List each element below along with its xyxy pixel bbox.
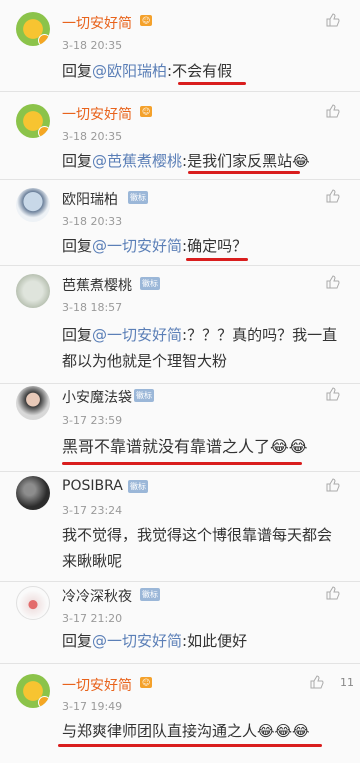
- verified-badge-icon: [38, 696, 50, 708]
- comment-time: 3-18 18:57: [62, 301, 123, 314]
- comment-text: 回复@欧阳瑞柏:不会有假: [62, 58, 346, 84]
- reply-prefix: 回复: [62, 326, 93, 344]
- reply-prefix: 回复: [62, 62, 93, 80]
- comment-username[interactable]: 一切安好简: [62, 13, 132, 33]
- comment-card: 冷冷深秋夜 徽标 3-17 21:20 回复@一切安好简:如此便好: [0, 582, 360, 664]
- comment-body: 与郑爽律师团队直接沟通之人😂😂😂: [62, 722, 310, 740]
- thumbs-up-icon[interactable]: [326, 104, 340, 118]
- user-tag-icon: 徽标: [128, 191, 148, 204]
- mention-link[interactable]: @芭蕉煮樱桃: [92, 152, 182, 170]
- reply-prefix: 回复: [62, 237, 93, 255]
- thumbs-up-icon[interactable]: [326, 13, 340, 27]
- comment-username[interactable]: 一切安好简: [62, 675, 132, 695]
- mention-link[interactable]: @欧阳瑞柏: [92, 62, 167, 80]
- comment-time: 3-17 23:59: [62, 414, 123, 427]
- mention-link[interactable]: @一切安好简: [92, 326, 182, 344]
- comment-time: 3-17 23:24: [62, 504, 123, 517]
- comment-time: 3-17 19:49: [62, 700, 123, 713]
- thumbs-up-icon[interactable]: [326, 387, 340, 401]
- comment-text: 黑哥不靠谱就没有靠谱之人了😂😂: [62, 434, 346, 460]
- comment-username[interactable]: 芭蕉煮樱桃: [62, 275, 132, 295]
- vip-badge-icon: ☺: [140, 15, 153, 26]
- verified-badge-icon: [38, 34, 50, 46]
- avatar[interactable]: [16, 274, 50, 308]
- avatar[interactable]: [16, 12, 50, 46]
- avatar[interactable]: [16, 104, 50, 138]
- user-tag-icon: 徽标: [140, 277, 160, 290]
- comment-card: POSIBRA 徽标 3-17 23:24 我不觉得，我觉得这个博很靠谱每天都会…: [0, 472, 360, 582]
- user-tag-icon: 徽标: [134, 389, 154, 402]
- mention-link[interactable]: @一切安好简: [92, 632, 182, 650]
- comment-text: 回复@一切安好简:确定吗？: [62, 233, 346, 259]
- comment-username[interactable]: 冷冷深秋夜: [62, 586, 132, 606]
- vip-badge-icon: ☺: [140, 106, 153, 117]
- comment-time: 3-18 20:35: [62, 39, 123, 52]
- comment-body: :如此便好: [182, 632, 248, 650]
- comment-text: 回复@一切安好简:如此便好: [62, 628, 346, 654]
- comment-body: :是我们家反黑站😂: [182, 152, 310, 170]
- user-tag-icon: 徽标: [128, 480, 148, 493]
- user-tag-icon: 徽标: [140, 588, 160, 601]
- comment-text: 与郑爽律师团队直接沟通之人😂😂😂: [62, 718, 346, 744]
- comment-text: 回复@一切安好简:？？？真的吗？我一直都以为他就是个理智大粉: [62, 322, 346, 374]
- comment-time: 3-18 20:35: [62, 130, 123, 143]
- red-underline: [58, 744, 322, 747]
- comment-username[interactable]: 小安魔法袋: [62, 387, 132, 407]
- comment-card: 一切安好简 ☺ 3-18 20:35 回复@芭蕉煮樱桃:是我们家反黑站😂: [0, 92, 360, 180]
- reply-prefix: 回复: [62, 152, 93, 170]
- comment-card: 欧阳瑞柏 徽标 3-18 20:33 回复@一切安好简:确定吗？: [0, 180, 360, 266]
- avatar[interactable]: [16, 188, 50, 222]
- avatar[interactable]: [16, 386, 50, 420]
- vip-badge-icon: ☺: [140, 677, 153, 688]
- thumbs-up-icon[interactable]: [310, 675, 324, 689]
- red-underline: [186, 258, 248, 261]
- thumbs-up-icon[interactable]: [326, 189, 340, 203]
- comment-card: 芭蕉煮樱桃 徽标 3-18 18:57 回复@一切安好简:？？？真的吗？我一直都…: [0, 266, 360, 384]
- avatar[interactable]: [16, 586, 50, 620]
- comment-time: 3-18 20:33: [62, 215, 123, 228]
- comment-username[interactable]: POSIBRA: [62, 478, 123, 494]
- mention-link[interactable]: @一切安好简: [92, 237, 182, 255]
- comment-body: 我不觉得，我觉得这个博很靠谱每天都会来瞅瞅呢: [62, 526, 333, 570]
- comment-body: :不会有假: [167, 62, 233, 80]
- comment-body: :确定吗？: [182, 237, 248, 255]
- thumbs-up-icon[interactable]: [326, 275, 340, 289]
- comment-card: 一切安好简 ☺ 3-18 20:35 回复@欧阳瑞柏:不会有假: [0, 0, 360, 92]
- like-count: 11: [340, 676, 354, 689]
- comment-body: 黑哥不靠谱就没有靠谱之人了😂😂: [62, 437, 308, 456]
- comment-text: 我不觉得，我觉得这个博很靠谱每天都会来瞅瞅呢: [62, 522, 346, 574]
- thumbs-up-icon[interactable]: [326, 586, 340, 600]
- comment-time: 3-17 21:20: [62, 612, 123, 625]
- avatar[interactable]: [16, 674, 50, 708]
- avatar[interactable]: [16, 476, 50, 510]
- red-underline: [178, 82, 246, 85]
- reply-prefix: 回复: [62, 632, 93, 650]
- comment-username[interactable]: 一切安好简: [62, 104, 132, 124]
- comment-card: 小安魔法袋 徽标 3-17 23:59 黑哥不靠谱就没有靠谱之人了😂😂: [0, 384, 360, 472]
- verified-badge-icon: [38, 126, 50, 138]
- comment-username[interactable]: 欧阳瑞柏: [62, 189, 118, 209]
- comment-card: 一切安好简 ☺ 3-17 19:49 与郑爽律师团队直接沟通之人😂😂😂 11: [0, 664, 360, 763]
- red-underline: [62, 462, 302, 465]
- red-underline: [188, 171, 300, 174]
- thumbs-up-icon[interactable]: [326, 478, 340, 492]
